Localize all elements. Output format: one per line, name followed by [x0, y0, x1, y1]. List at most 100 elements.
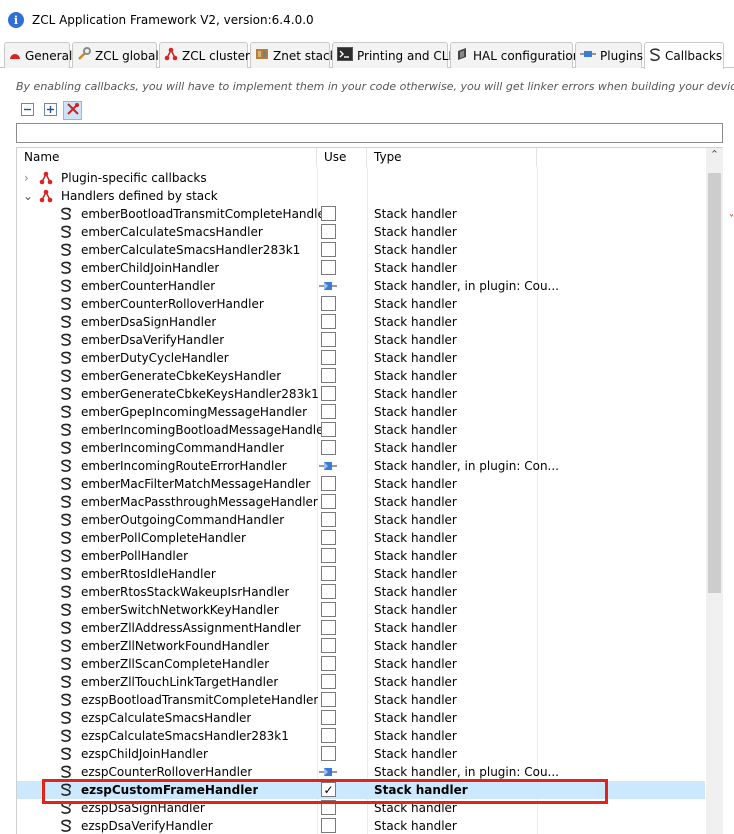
- use-checkbox[interactable]: [321, 476, 336, 491]
- use-checkbox[interactable]: [321, 206, 336, 221]
- use-checkbox[interactable]: [321, 620, 336, 635]
- table-row[interactable]: ezspCustomFrameHandler ✓ Stack handler: [17, 781, 705, 799]
- column-header-type[interactable]: Type: [367, 148, 537, 167]
- filter-toggle-button[interactable]: [63, 101, 82, 120]
- table-row[interactable]: emberIncomingCommandHandler Stack handler: [17, 439, 705, 457]
- handler-name: ezspCustomFrameHandler: [81, 783, 259, 797]
- table-row[interactable]: emberIncomingRouteErrorHandler Stack hand…: [17, 457, 705, 475]
- use-checkbox[interactable]: [321, 602, 336, 617]
- use-checkbox[interactable]: [321, 512, 336, 527]
- tab-general[interactable]: General: [4, 42, 72, 68]
- scroll-up-icon[interactable]: ⌃: [706, 148, 723, 165]
- use-checkbox[interactable]: [321, 494, 336, 509]
- table-row[interactable]: emberChildJoinHandler Stack handler: [17, 259, 705, 277]
- callbacks-tree-table: Name Use Type › Plugin-specific callback…: [16, 147, 723, 834]
- tab-zcl-global[interactable]: ZCL global: [72, 42, 159, 68]
- table-row[interactable]: emberDsaVerifyHandler Stack handler: [17, 331, 705, 349]
- vertical-scrollbar[interactable]: ⌃: [706, 148, 723, 834]
- table-row[interactable]: emberMacPassthroughMessageHandler Stack h…: [17, 493, 705, 511]
- use-checkbox[interactable]: ✓: [321, 782, 336, 797]
- use-checkbox[interactable]: [321, 260, 336, 275]
- table-row[interactable]: emberMacFilterMatchMessageHandler Stack h…: [17, 475, 705, 493]
- use-checkbox[interactable]: [321, 332, 336, 347]
- use-checkbox[interactable]: [321, 440, 336, 455]
- use-checkbox[interactable]: [321, 728, 336, 743]
- table-row[interactable]: ezspDsaVerifyHandler Stack handler: [17, 817, 705, 834]
- use-checkbox[interactable]: [321, 692, 336, 707]
- wrench-icon: [77, 47, 91, 64]
- use-checkbox[interactable]: [321, 242, 336, 257]
- table-row[interactable]: emberCounterHandler Stack handler, in plu…: [17, 277, 705, 295]
- table-row[interactable]: emberCalculateSmacsHandler Stack handler: [17, 223, 705, 241]
- table-row[interactable]: emberOutgoingCommandHandler Stack handler: [17, 511, 705, 529]
- use-checkbox[interactable]: [321, 674, 336, 689]
- use-checkbox[interactable]: [321, 584, 336, 599]
- table-row[interactable]: emberBootloadTransmitCompleteHandler Stac…: [17, 205, 705, 223]
- table-row[interactable]: emberIncomingBootloadMessageHandler Stack…: [17, 421, 705, 439]
- table-row[interactable]: ezspCalculateSmacsHandler Stack handler: [17, 709, 705, 727]
- table-row[interactable]: ezspCounterRolloverHandler Stack handler,…: [17, 763, 705, 781]
- tab-znet-stack[interactable]: Znet stack: [250, 42, 337, 68]
- table-row[interactable]: emberGpepIncomingMessageHandler Stack han…: [17, 403, 705, 421]
- use-checkbox[interactable]: [321, 386, 336, 401]
- table-row[interactable]: ezspCalculateSmacsHandler283k1 Stack hand…: [17, 727, 705, 745]
- use-checkbox[interactable]: [321, 404, 336, 419]
- chevron-right-icon[interactable]: ›: [24, 169, 29, 187]
- callback-icon: [59, 511, 73, 529]
- table-row[interactable]: emberDsaSignHandler Stack handler: [17, 313, 705, 331]
- table-row[interactable]: emberRtosStackWakeupIsrHandler Stack hand…: [17, 583, 705, 601]
- expand-all-icon: [44, 102, 57, 119]
- tab-printing-cli[interactable]: Printing and CLI: [332, 42, 452, 68]
- callback-icon: [59, 745, 73, 763]
- use-checkbox[interactable]: [321, 224, 336, 239]
- use-checkbox[interactable]: [321, 422, 336, 437]
- use-checkbox[interactable]: [321, 746, 336, 761]
- collapse-all-button[interactable]: [18, 101, 37, 120]
- tree-group-plugin-callbacks[interactable]: › Plugin-specific callbacks: [17, 169, 705, 187]
- use-checkbox[interactable]: [321, 800, 336, 815]
- table-row[interactable]: emberRtosIdleHandler Stack handler: [17, 565, 705, 583]
- handler-name: emberCounterHandler: [81, 279, 216, 293]
- chevron-down-icon[interactable]: ⌄: [23, 187, 33, 205]
- filter-input[interactable]: [16, 123, 723, 143]
- scrollbar-thumb[interactable]: [708, 173, 721, 593]
- use-checkbox[interactable]: [321, 530, 336, 545]
- table-row[interactable]: emberPollHandler Stack handler: [17, 547, 705, 565]
- table-row[interactable]: emberZllAddressAssignmentHandler Stack ha…: [17, 619, 705, 637]
- filter-toggle-icon: [66, 102, 80, 119]
- use-checkbox[interactable]: [321, 350, 336, 365]
- table-row[interactable]: ezspBootloadTransmitCompleteHandler Stack…: [17, 691, 705, 709]
- table-row[interactable]: emberZllTouchLinkTargetHandler Stack hand…: [17, 673, 705, 691]
- table-row[interactable]: emberGenerateCbkeKeysHandler Stack handle…: [17, 367, 705, 385]
- tree-group-stack-handlers[interactable]: ⌄ Handlers defined by stack: [17, 187, 705, 205]
- use-checkbox[interactable]: [321, 548, 336, 563]
- table-row[interactable]: emberSwitchNetworkKeyHandler Stack handle…: [17, 601, 705, 619]
- use-checkbox[interactable]: [321, 656, 336, 671]
- info-icon: i: [8, 12, 24, 28]
- tab-zcl-clusters[interactable]: ZCL clusters: [159, 42, 256, 68]
- table-row[interactable]: ezspDsaSignHandler Stack handler: [17, 799, 705, 817]
- column-header-name[interactable]: Name: [17, 148, 317, 167]
- use-checkbox[interactable]: [321, 818, 336, 833]
- use-checkbox[interactable]: [321, 314, 336, 329]
- table-row[interactable]: emberZllNetworkFoundHandler Stack handler: [17, 637, 705, 655]
- table-row[interactable]: emberGenerateCbkeKeysHandler283k1 Stack h…: [17, 385, 705, 403]
- table-row[interactable]: emberCalculateSmacsHandler283k1 Stack han…: [17, 241, 705, 259]
- use-checkbox[interactable]: [321, 368, 336, 383]
- table-row[interactable]: emberPollCompleteHandler Stack handler: [17, 529, 705, 547]
- use-checkbox[interactable]: [321, 710, 336, 725]
- tab-plugins[interactable]: Plugins: [575, 42, 643, 68]
- expand-all-button[interactable]: [41, 101, 60, 120]
- table-row[interactable]: emberCounterRolloverHandler Stack handler: [17, 295, 705, 313]
- use-checkbox[interactable]: [321, 566, 336, 581]
- table-row[interactable]: emberZllScanCompleteHandler Stack handler: [17, 655, 705, 673]
- tab-hal-configuration[interactable]: HAL configuration: [450, 42, 580, 68]
- use-checkbox[interactable]: [321, 296, 336, 311]
- table-row[interactable]: emberDutyCycleHandler Stack handler: [17, 349, 705, 367]
- cluster-nodes-icon: [39, 187, 53, 205]
- tab-callbacks[interactable]: Callbacks: [644, 42, 724, 69]
- handler-name: emberCalculateSmacsHandler: [81, 225, 263, 239]
- column-header-use[interactable]: Use: [317, 148, 367, 167]
- table-row[interactable]: ezspChildJoinHandler Stack handler: [17, 745, 705, 763]
- use-checkbox[interactable]: [321, 638, 336, 653]
